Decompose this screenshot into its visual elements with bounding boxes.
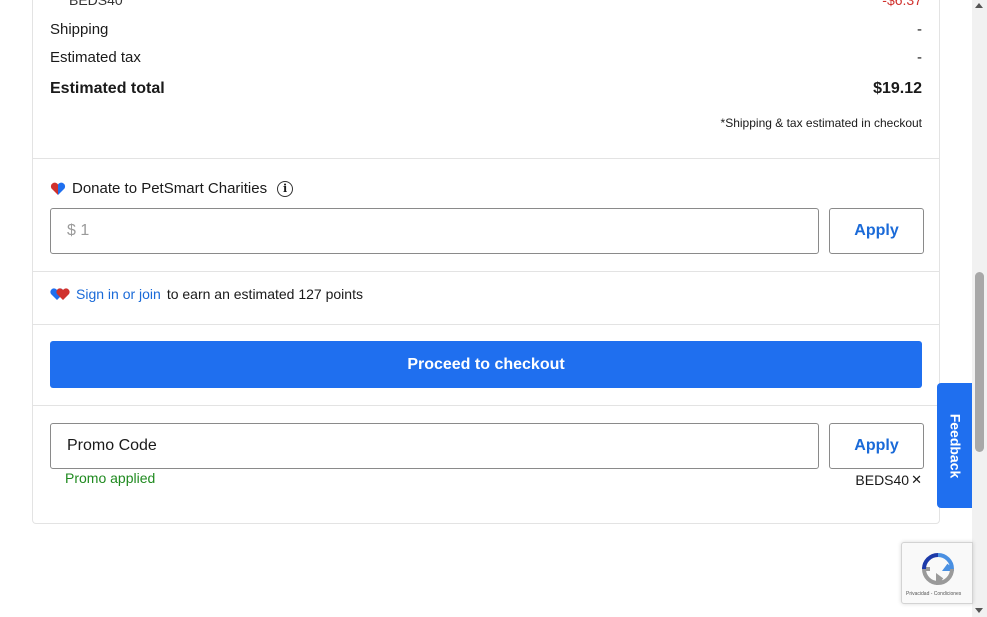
order-summary-card: BEDS40 -$6.37 Shipping - Estimated tax -…	[32, 0, 940, 524]
rewards-row: Sign in or join to earn an estimated 127…	[50, 286, 363, 302]
donation-amount-input[interactable]: $ 1	[50, 208, 819, 254]
info-icon[interactable]: i	[277, 180, 294, 197]
estimate-note: *Shipping & tax estimated in checkout	[720, 116, 922, 130]
rewards-hearts-icon	[50, 288, 70, 300]
scroll-down-arrow-icon[interactable]	[975, 608, 983, 613]
sign-in-join-link[interactable]: Sign in or join	[76, 286, 161, 302]
total-row: Estimated total $19.12	[50, 80, 922, 98]
divider	[33, 324, 939, 325]
feedback-label: Feedback	[947, 413, 963, 478]
feedback-tab[interactable]: Feedback	[937, 383, 973, 508]
discount-amount: -$6.37	[882, 0, 922, 8]
tax-row: Estimated tax -	[50, 49, 922, 66]
shipping-label: Shipping	[50, 21, 109, 38]
shipping-row: Shipping -	[50, 21, 922, 38]
charity-heart-icon	[50, 182, 66, 195]
applied-promo-chip: BEDS40 ✕	[855, 472, 922, 488]
recaptcha-badge[interactable]: Privacidad - Condiciones	[901, 542, 973, 604]
promo-applied-status: Promo applied	[65, 470, 156, 486]
page-scrollbar[interactable]	[972, 0, 987, 617]
recaptcha-icon	[921, 553, 955, 586]
divider	[33, 405, 939, 406]
promo-code-input[interactable]: Promo Code	[50, 423, 819, 469]
divider	[33, 271, 939, 272]
tax-value: -	[917, 49, 922, 66]
total-value: $19.12	[873, 80, 922, 97]
rewards-text: to earn an estimated 127 points	[166, 286, 363, 302]
remove-promo-icon[interactable]: ✕	[911, 472, 922, 488]
donate-text: Donate to PetSmart Charities	[72, 180, 268, 197]
total-label: Estimated total	[50, 80, 165, 97]
recaptcha-text[interactable]: Privacidad - Condiciones	[906, 591, 961, 597]
promo-apply-button[interactable]: Apply	[829, 423, 924, 469]
donate-label: Donate to PetSmart Charities i	[50, 180, 294, 197]
scroll-up-arrow-icon[interactable]	[975, 3, 983, 8]
proceed-to-checkout-button[interactable]: Proceed to checkout	[50, 341, 922, 388]
tax-label: Estimated tax	[50, 49, 141, 66]
discount-code-label: BEDS40	[69, 0, 123, 8]
divider	[33, 158, 939, 159]
shipping-value: -	[917, 21, 922, 38]
scroll-thumb[interactable]	[975, 272, 984, 452]
applied-promo-code: BEDS40	[855, 472, 910, 488]
donate-apply-button[interactable]: Apply	[829, 208, 924, 254]
